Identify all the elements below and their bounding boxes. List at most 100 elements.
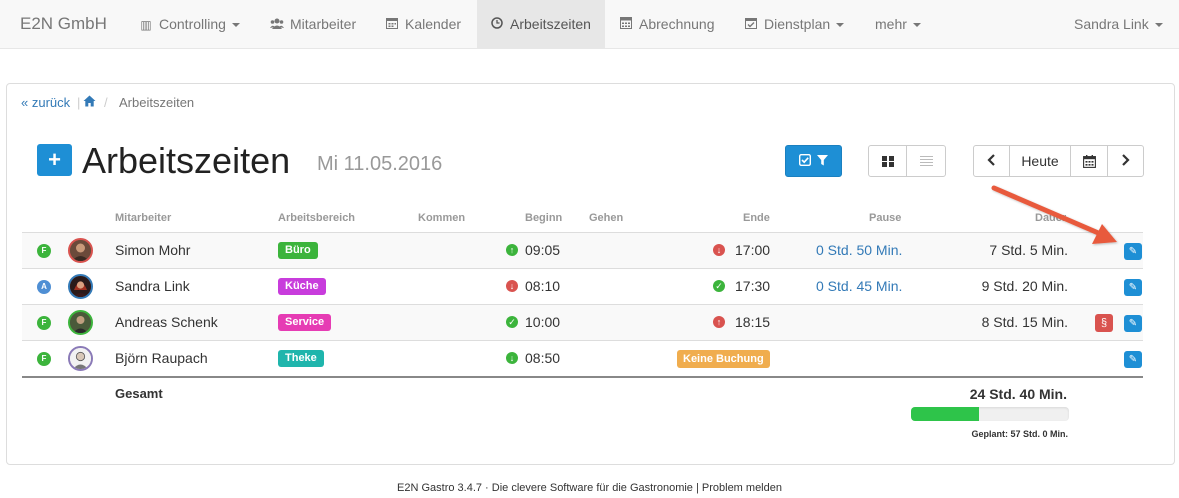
col-header-end[interactable]: Ende <box>743 212 770 224</box>
calendar-icon <box>385 1 399 50</box>
list-icon <box>920 156 933 167</box>
pause-link[interactable]: 0 Std. 45 Min. <box>816 269 902 304</box>
edit-button[interactable]: ✎ <box>1124 351 1142 368</box>
col-header-come[interactable]: Kommen <box>418 212 465 224</box>
arrow-down-icon: ↓ <box>506 280 518 292</box>
edit-button[interactable]: ✎ <box>1124 315 1142 332</box>
hours-progress-fill <box>911 407 979 421</box>
status-badge: F <box>37 352 51 366</box>
nav-dienstplan[interactable]: Dienstplan <box>731 0 861 49</box>
total-value: 24 Std. 40 Min. <box>969 386 1067 402</box>
col-header-begin[interactable]: Beginn <box>525 212 562 224</box>
arrow-up-icon: ↑ <box>506 244 518 256</box>
total-label: Gesamt <box>115 386 163 401</box>
pencil-icon: ✎ <box>1128 354 1138 365</box>
law-warning-button[interactable]: § <box>1095 314 1113 332</box>
edit-button[interactable]: ✎ <box>1124 279 1142 296</box>
col-header-employee[interactable]: Mitarbeiter <box>115 212 171 224</box>
table-row[interactable]: F Andreas Schenk Service ✓ 10:00 ↑ 18:15… <box>22 304 1143 340</box>
today-button[interactable]: Heute <box>1009 145 1071 177</box>
chevron-down-icon <box>231 23 240 28</box>
hours-progress <box>911 407 1069 421</box>
arrow-up-icon: ↑ <box>713 316 725 328</box>
employee-name[interactable]: Sandra Link <box>115 269 190 304</box>
annotation-arrow <box>991 185 1117 244</box>
nav-mehr[interactable]: mehr <box>862 0 934 49</box>
avatar[interactable] <box>68 274 93 299</box>
area-label: Service <box>278 314 332 331</box>
no-booking-badge: Keine Buchung <box>677 350 770 368</box>
bar-chart-icon: ▥ <box>140 18 152 32</box>
chevron-down-icon <box>912 23 921 28</box>
col-header-area[interactable]: Arbeitsbereich <box>278 212 355 224</box>
nav-arbeitszeiten[interactable]: Arbeitszeiten <box>477 0 605 49</box>
chevron-left-icon <box>987 152 996 169</box>
status-badge: A <box>37 280 51 294</box>
avatar[interactable] <box>68 238 93 263</box>
calendar-check-icon <box>744 1 758 50</box>
chevron-down-icon <box>836 23 845 28</box>
planned-hours: Geplant: 57 Std. 0 Min. <box>971 429 1068 439</box>
check-icon: ✓ <box>713 280 725 292</box>
area-label: Büro <box>278 242 318 259</box>
grid-icon <box>882 156 894 167</box>
begin-time: 10:00 <box>525 314 561 330</box>
begin-time: 09:05 <box>525 242 561 258</box>
area-label: Theke <box>278 350 324 367</box>
end-time: 17:00 <box>735 242 771 258</box>
pause-link[interactable]: 0 Std. 50 Min. <box>816 233 902 268</box>
col-header-go[interactable]: Gehen <box>589 212 623 224</box>
filter-button[interactable] <box>785 145 842 177</box>
begin-time: 08:50 <box>525 350 561 366</box>
nav-mitarbeiter[interactable]: Mitarbeiter <box>255 0 368 49</box>
list-view-button[interactable] <box>906 145 946 177</box>
arrow-down-icon: ↓ <box>713 244 725 256</box>
pencil-icon: ✎ <box>1128 318 1138 329</box>
table-row[interactable]: F Björn Raupach Theke ↓ 08:50 Keine Buch… <box>22 340 1143 376</box>
nav-controlling[interactable]: ▥ Controlling <box>126 0 254 49</box>
calculator-icon <box>619 1 633 50</box>
users-icon <box>270 1 284 50</box>
page-date: Mi 11.05.2016 <box>317 153 443 175</box>
duration: 8 Std. 15 Min. <box>981 314 1068 330</box>
back-link[interactable]: « zurück <box>21 95 70 110</box>
nav-kalender[interactable]: Kalender <box>372 0 475 49</box>
next-day-button[interactable] <box>1107 145 1144 177</box>
end-time: 17:30 <box>735 278 771 294</box>
pencil-icon: ✎ <box>1128 282 1138 293</box>
total-divider <box>22 376 1143 378</box>
brand-logo[interactable]: E2N GmbH <box>20 14 107 34</box>
home-icon[interactable] <box>83 95 96 110</box>
employee-name[interactable]: Andreas Schenk <box>115 305 218 340</box>
status-badge: F <box>37 244 51 258</box>
duration: 9 Std. 20 Min. <box>981 278 1068 294</box>
date-picker-button[interactable] <box>1070 145 1108 177</box>
add-button[interactable]: + <box>37 144 72 176</box>
begin-time: 08:10 <box>525 278 561 294</box>
col-header-pause[interactable]: Pause <box>869 212 901 224</box>
grid-view-button[interactable] <box>868 145 907 177</box>
employee-name[interactable]: Björn Raupach <box>115 341 208 376</box>
table-row[interactable]: A Sandra Link Küche ↓ 08:10 ✓ 17:30 0 St… <box>22 268 1143 304</box>
chevron-down-icon <box>1154 23 1163 28</box>
filter-icon <box>814 153 829 168</box>
table-row[interactable]: F Simon Mohr Büro ↑ 09:05 ↓ 17:00 0 Std.… <box>22 232 1143 268</box>
end-time: 18:15 <box>735 314 771 330</box>
check-square-icon <box>798 153 811 168</box>
avatar[interactable] <box>68 310 93 335</box>
calendar-icon <box>1082 155 1096 172</box>
arrow-down-icon: ↓ <box>506 352 518 364</box>
prev-day-button[interactable] <box>973 145 1010 177</box>
top-navbar: E2N GmbH ▥ Controlling Mitarbeiter Kalend… <box>0 0 1179 49</box>
avatar[interactable] <box>68 346 93 371</box>
breadcrumb-current: Arbeitszeiten <box>119 95 195 110</box>
area-label: Küche <box>278 278 326 295</box>
page-title: Arbeitszeiten <box>82 140 291 181</box>
clock-icon <box>490 1 504 50</box>
footer: E2N Gastro 3.4.7 · Die clevere Software … <box>397 482 782 494</box>
user-menu[interactable]: Sandra Link <box>1060 0 1170 49</box>
chevron-right-icon <box>1121 152 1130 169</box>
nav-abrechnung[interactable]: Abrechnung <box>606 0 730 49</box>
employee-name[interactable]: Simon Mohr <box>115 233 190 268</box>
breadcrumb-divider: / <box>104 95 108 110</box>
